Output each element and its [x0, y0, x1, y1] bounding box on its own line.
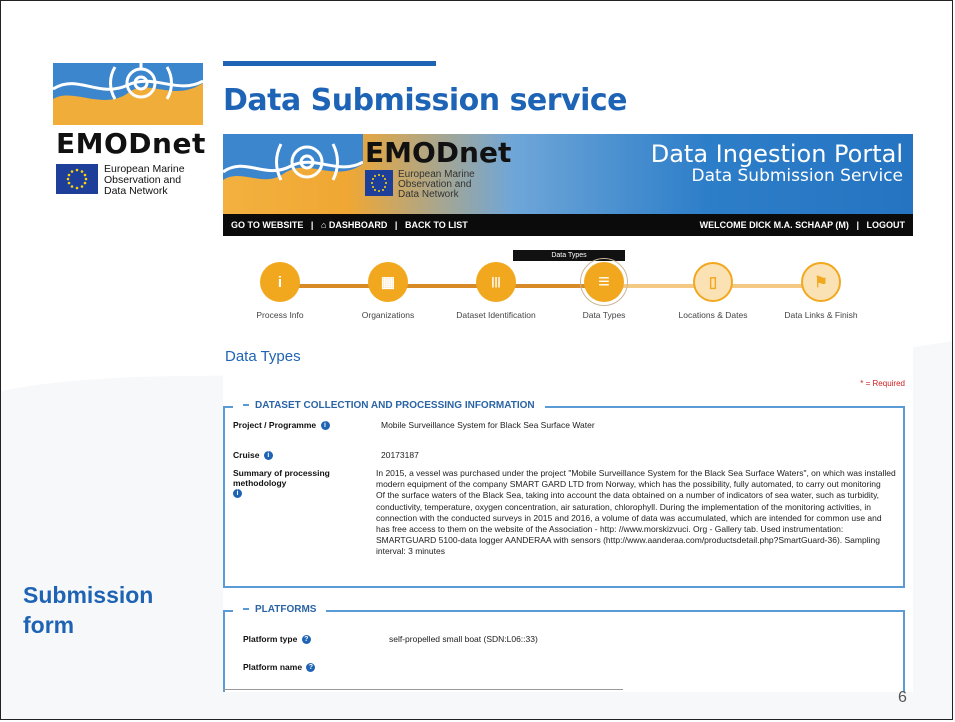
section-title: Data Types: [225, 348, 301, 365]
dataset-legend: DATASET COLLECTION AND PROCESSING INFORM…: [233, 400, 545, 411]
map-icon: ▯: [693, 262, 733, 302]
step-data-types[interactable]: ≡ Data Types: [554, 258, 654, 320]
slide: EMODnet European Marine Observation and …: [0, 0, 953, 720]
eu-flag-icon: [365, 170, 393, 196]
info-icon[interactable]: i: [233, 489, 242, 499]
portal-title: Data Ingestion Portal Data Submission Se…: [650, 140, 903, 186]
summary-label: Summary of processing methodology i: [233, 468, 330, 499]
page-number: 6: [898, 689, 907, 706]
logout-link[interactable]: LOGOUT: [867, 220, 906, 230]
banner-eu-branding: European Marine Observation and Data Net…: [365, 170, 475, 200]
building-icon: ▦: [368, 262, 408, 302]
welcome-text: WELCOME DICK M.A. SCHAAP (M): [699, 220, 849, 230]
dataset-collection-fieldset: DATASET COLLECTION AND PROCESSING INFORM…: [223, 400, 905, 588]
banner-logo-graphic: [223, 134, 363, 181]
eu-flag-icon: [56, 164, 98, 194]
step-locations-dates[interactable]: ▯ Locations & Dates: [663, 262, 763, 320]
divider: [223, 689, 623, 690]
cruise-value: 20173187: [381, 450, 419, 460]
title-underline: [223, 61, 436, 66]
back-to-list-link[interactable]: BACK TO LIST: [405, 220, 468, 230]
info-icon: i: [260, 262, 300, 302]
banner-wordmark: EMODnet: [365, 136, 512, 169]
project-label: Project / Programme i: [233, 420, 330, 431]
eu-branding: European Marine Observation and Data Net…: [56, 164, 185, 197]
platforms-legend: PLATFORMS: [233, 604, 327, 615]
required-note: * = Required: [860, 379, 905, 388]
step-data-links-finish[interactable]: ⚑ Data Links & Finish: [771, 262, 871, 320]
go-to-website-link[interactable]: GO TO WEBSITE: [231, 220, 303, 230]
dashboard-link[interactable]: DASHBOARD: [329, 220, 388, 230]
side-label: Submission form: [23, 582, 154, 638]
platforms-fieldset: PLATFORMS Platform type ? self-propelled…: [223, 604, 905, 692]
wizard-steps: i Process Info ▦ Organizations ||| Datas…: [223, 258, 913, 322]
cruise-label: Cruise i: [233, 450, 273, 461]
list-icon: ≡: [580, 258, 628, 306]
slide-title: Data Submission service: [223, 83, 628, 118]
platform-type-value: self-propelled small boat (SDN:L06::33): [389, 634, 538, 644]
platform-type-label: Platform type ?: [243, 634, 311, 645]
portal-screenshot: EMODnet European Marine Observation and …: [223, 134, 913, 692]
help-icon[interactable]: ?: [301, 635, 311, 645]
step-dataset-identification[interactable]: ||| Dataset Identification: [446, 262, 546, 320]
flag-icon: ⚑: [801, 262, 841, 302]
project-value: Mobile Surveillance System for Black Sea…: [381, 420, 595, 430]
portal-banner: EMODnet European Marine Observation and …: [223, 134, 913, 214]
help-icon[interactable]: ?: [306, 663, 316, 673]
portal-navbar: GO TO WEBSITE | ⌂ DASHBOARD | BACK TO LI…: [223, 214, 913, 236]
platform-name-label: Platform name ?: [243, 662, 316, 673]
step-organizations[interactable]: ▦ Organizations: [338, 262, 438, 320]
emodnet-logo: [53, 59, 203, 125]
emodnet-wordmark: EMODnet: [56, 127, 206, 160]
home-icon: ⌂: [320, 220, 329, 230]
info-icon[interactable]: i: [263, 451, 273, 461]
step-tooltip: Data Types: [513, 250, 625, 261]
logo-subtitle: European Marine Observation and Data Net…: [104, 163, 185, 197]
info-icon[interactable]: i: [320, 421, 330, 431]
summary-value: In 2015, a vessel was purchased under th…: [376, 468, 896, 557]
step-process-info[interactable]: i Process Info: [230, 262, 330, 320]
barcode-icon: |||: [476, 262, 516, 302]
